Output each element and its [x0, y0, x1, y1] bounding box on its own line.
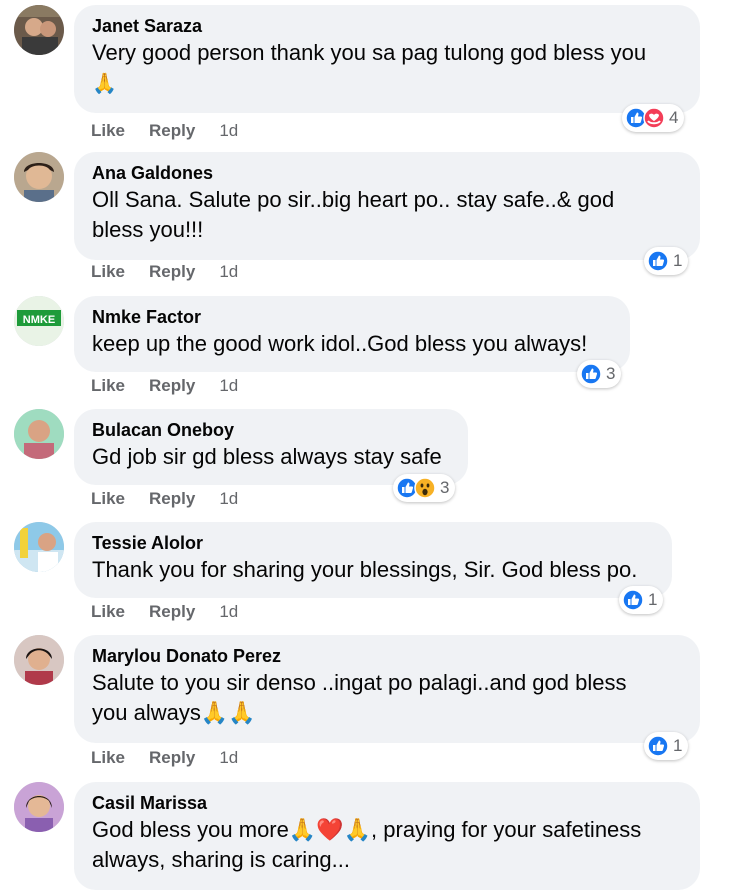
avatar[interactable]	[14, 152, 64, 202]
comment-actions: Like Reply 1d	[91, 262, 238, 282]
comment-bubble: Ana Galdones Oll Sana. Salute po sir..bi…	[74, 152, 700, 260]
comment-text: Oll Sana. Salute po sir..big heart po.. …	[92, 187, 615, 212]
reaction-summary[interactable]: 3	[577, 360, 622, 388]
comment-bubble: Nmke Factor keep up the good work idol..…	[74, 296, 630, 372]
reaction-summary[interactable]: 1	[644, 247, 689, 275]
like-button[interactable]: Like	[91, 489, 125, 509]
comment-author[interactable]: Marylou Donato Perez	[92, 644, 682, 668]
like-button[interactable]: Like	[91, 376, 125, 396]
like-button[interactable]: Like	[91, 602, 125, 622]
reply-button[interactable]: Reply	[149, 602, 195, 622]
like-button[interactable]: Like	[91, 262, 125, 282]
reaction-summary[interactable]: 1	[644, 732, 689, 760]
like-button[interactable]: Like	[91, 748, 125, 768]
avatar-logo-text: NMKE	[23, 314, 55, 326]
comment-author[interactable]: Casil Marissa	[92, 791, 682, 815]
comment-actions: Like Reply 1d	[91, 602, 238, 622]
reply-button[interactable]: Reply	[149, 262, 195, 282]
reaction-count: 3	[606, 364, 616, 383]
timestamp[interactable]: 1d	[219, 121, 238, 141]
reaction-summary[interactable]: 1	[619, 586, 664, 614]
comment-text-line2: 🙏	[92, 71, 117, 95]
care-reaction-icon	[643, 107, 665, 129]
reaction-count: 1	[673, 251, 683, 270]
comment-bubble: Casil Marissa God bless you more🙏❤️🙏, pr…	[74, 782, 700, 890]
timestamp[interactable]: 1d	[219, 602, 238, 622]
like-reaction-icon	[647, 250, 669, 272]
avatar[interactable]: NMKE	[14, 296, 64, 346]
reply-button[interactable]: Reply	[149, 748, 195, 768]
comment-text: Thank you for sharing your blessings, Si…	[92, 557, 638, 582]
comment-text-line2: you always🙏🙏	[92, 700, 256, 725]
comment-text-line2: bless you!!!	[92, 217, 204, 242]
like-button[interactable]: Like	[91, 121, 125, 141]
reply-button[interactable]: Reply	[149, 489, 195, 509]
avatar[interactable]	[14, 5, 64, 55]
like-reaction-icon	[647, 735, 669, 757]
comment-bubble: Janet Saraza Very good person thank you …	[74, 5, 700, 113]
reaction-count: 3	[440, 478, 450, 497]
wow-reaction-icon	[414, 477, 436, 499]
timestamp[interactable]: 1d	[219, 748, 238, 768]
avatar[interactable]	[14, 635, 64, 685]
reply-button[interactable]: Reply	[149, 121, 195, 141]
comment-author[interactable]: Nmke Factor	[92, 305, 612, 329]
avatar[interactable]	[14, 409, 64, 459]
comment-actions: Like Reply 1d	[91, 376, 238, 396]
like-reaction-icon	[622, 589, 644, 611]
comment-text: Very good person thank you sa pag tulong…	[92, 40, 647, 65]
comment-text: keep up the good work idol..God bless yo…	[92, 331, 588, 356]
reaction-summary[interactable]: 4	[622, 104, 685, 132]
comment-author[interactable]: Bulacan Oneboy	[92, 418, 450, 442]
like-reaction-icon	[580, 363, 602, 385]
reaction-count: 1	[673, 736, 683, 755]
comment-actions: Like Reply 1d	[91, 121, 238, 141]
comment-text: Gd job sir gd bless always stay safe	[92, 444, 442, 469]
avatar[interactable]	[14, 782, 64, 832]
comment-text-line2: always, sharing is caring...	[92, 847, 350, 872]
avatar[interactable]	[14, 522, 64, 572]
timestamp[interactable]: 1d	[219, 262, 238, 282]
reaction-count: 1	[648, 590, 658, 609]
comment-author[interactable]: Janet Saraza	[92, 14, 682, 38]
comment-text: God bless you more🙏❤️🙏, praying for your…	[92, 817, 642, 842]
timestamp[interactable]: 1d	[219, 489, 238, 509]
comment-bubble: Tessie Alolor Thank you for sharing your…	[74, 522, 672, 598]
reply-button[interactable]: Reply	[149, 376, 195, 396]
comment-actions: Like Reply 1d	[91, 748, 238, 768]
reaction-count: 4	[669, 108, 679, 127]
comment-actions: Like Reply 1d	[91, 489, 238, 509]
comment-text: Salute to you sir denso ..ingat po palag…	[92, 670, 627, 695]
reaction-summary[interactable]: 3	[393, 474, 456, 502]
comment-author[interactable]: Tessie Alolor	[92, 531, 654, 555]
comment-bubble: Marylou Donato Perez Salute to you sir d…	[74, 635, 700, 743]
comment-author[interactable]: Ana Galdones	[92, 161, 682, 185]
timestamp[interactable]: 1d	[219, 376, 238, 396]
